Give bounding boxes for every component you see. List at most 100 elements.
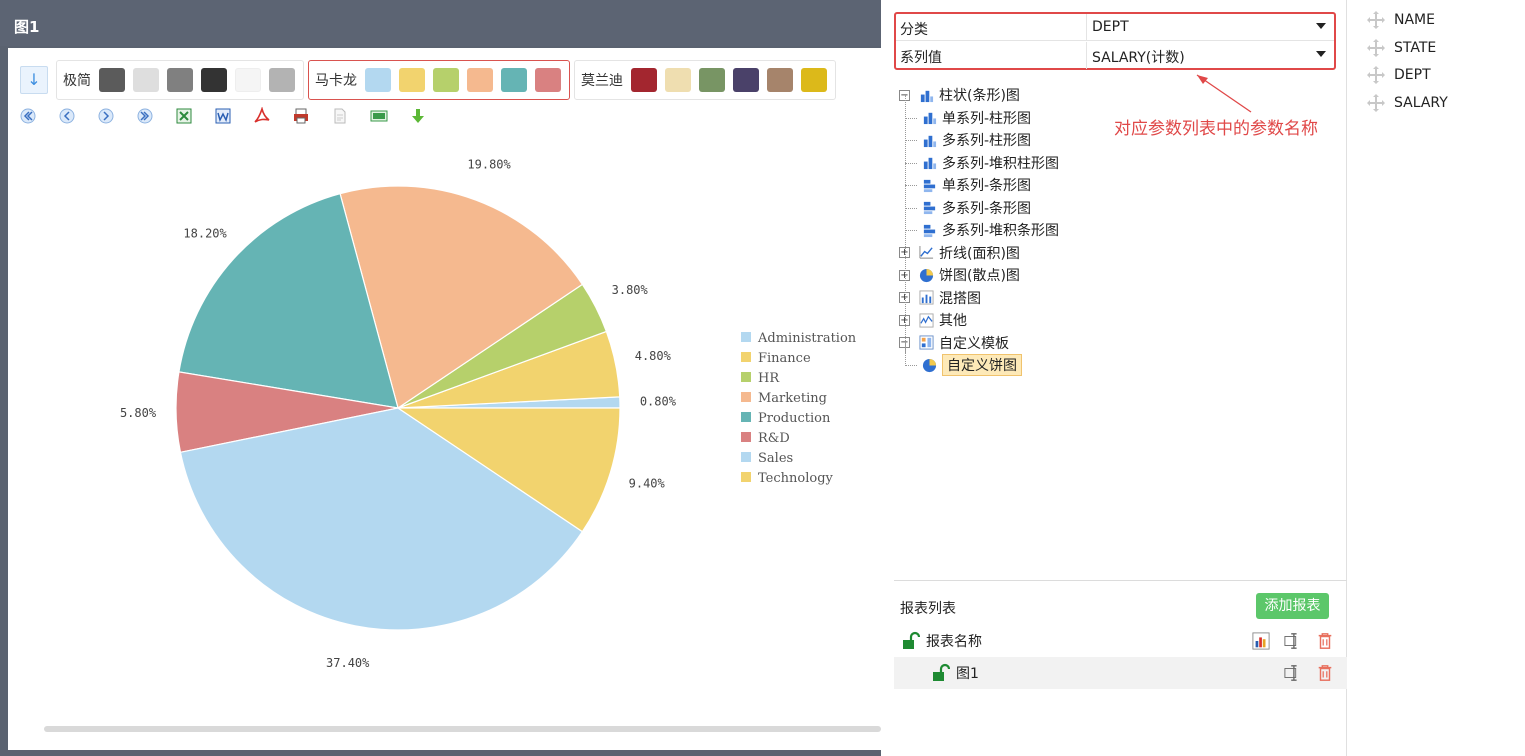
category-select[interactable]: DEPT [1092, 19, 1129, 35]
horizontal-scrollbar[interactable] [44, 726, 881, 732]
tree-group-node[interactable]: − 柱状(条形)图 [899, 84, 1020, 106]
legend-label[interactable]: R&D [758, 431, 790, 446]
horizontal-bar-icon [921, 177, 937, 193]
color-swatch[interactable] [467, 68, 493, 92]
color-swatch[interactable] [501, 68, 527, 92]
export-csv-icon[interactable] [369, 106, 389, 126]
color-swatch[interactable] [99, 68, 125, 92]
move-icon[interactable] [1366, 93, 1386, 113]
tree-leaf-node[interactable]: 单系列-柱形图 [905, 107, 1031, 129]
field-item[interactable]: SALARY [1366, 91, 1448, 115]
previous-page-icon[interactable] [57, 106, 77, 126]
rename-icon[interactable] [1283, 663, 1303, 683]
color-swatch[interactable] [399, 68, 425, 92]
tree-group-node[interactable]: + 混搭图 [899, 287, 981, 309]
export-text-icon[interactable] [330, 106, 350, 126]
mixed-chart-icon [918, 290, 934, 306]
color-swatch[interactable] [365, 68, 391, 92]
color-swatch[interactable] [433, 68, 459, 92]
move-icon[interactable] [1366, 65, 1386, 85]
app-root: 图1 0.80% 4.80% 3.80% 19.80% 18.20% 5.80% 37.40… [0, 0, 1525, 756]
report-header-row[interactable]: 报表名称 [894, 625, 1347, 657]
pie-label: 19.80% [467, 158, 511, 172]
color-swatch[interactable] [133, 68, 159, 92]
tree-leaf-node[interactable]: 多系列-堆积条形图 [905, 219, 1060, 241]
print-icon[interactable] [291, 106, 311, 126]
legend-label[interactable]: Finance [758, 351, 811, 366]
color-swatch[interactable] [699, 68, 725, 92]
palette-label: 莫兰迪 [581, 73, 623, 89]
tree-group-node[interactable]: + 其他 [899, 309, 967, 331]
series-select[interactable]: SALARY(计数) [1092, 47, 1185, 67]
move-icon[interactable] [1366, 38, 1386, 58]
tree-node-label: 多系列-条形图 [942, 200, 1032, 217]
color-swatch[interactable] [733, 68, 759, 92]
export-pdf-icon[interactable] [252, 106, 272, 126]
tree-leaf-node[interactable]: 多系列-堆积柱形图 [905, 152, 1059, 174]
color-swatch[interactable] [535, 68, 561, 92]
move-icon[interactable] [1366, 10, 1386, 30]
trash-icon[interactable] [1315, 631, 1335, 651]
download-icon[interactable] [408, 106, 428, 126]
color-swatch[interactable] [631, 68, 657, 92]
color-swatch[interactable] [235, 68, 261, 92]
legend-label[interactable]: Technology [758, 471, 834, 486]
legend-swatch [741, 332, 751, 342]
palette-group-morandi[interactable]: 莫兰迪 [574, 60, 836, 100]
palette-group-macaron[interactable]: 马卡龙 [308, 60, 570, 100]
tree-group-node[interactable]: + 饼图(散点)图 [899, 264, 1020, 286]
tree-leaf-node[interactable]: 多系列-柱形图 [905, 129, 1031, 151]
next-page-icon[interactable] [96, 106, 116, 126]
color-swatch[interactable] [269, 68, 295, 92]
legend-label[interactable]: Marketing [758, 391, 827, 406]
horizontal-bar-icon [921, 222, 937, 238]
tree-group-node[interactable]: − 自定义模板 [899, 332, 1009, 354]
tree-node-label: 多系列-堆积条形图 [942, 223, 1060, 239]
palette-bar: ↓ 极简 马卡龙 莫兰迪 [18, 58, 840, 102]
chevron-down-icon[interactable] [1316, 23, 1326, 29]
legend-label[interactable]: Sales [758, 451, 793, 466]
report-item-row[interactable]: 图1 [894, 657, 1347, 689]
color-swatch[interactable] [665, 68, 691, 92]
color-swatch[interactable] [767, 68, 793, 92]
legend-label[interactable]: Administration [757, 331, 857, 346]
add-report-button[interactable]: 添加报表 [1256, 593, 1329, 619]
tree-leaf-node[interactable]: 多系列-条形图 [905, 197, 1032, 219]
tree-node-label: 自定义模板 [939, 335, 1009, 352]
field-item[interactable]: NAME [1366, 8, 1435, 32]
export-excel-icon[interactable] [174, 106, 194, 126]
bar-chart-icon[interactable] [1251, 631, 1271, 651]
trash-icon[interactable] [1315, 663, 1335, 683]
tree-guide-line [905, 207, 917, 209]
unlock-icon[interactable] [930, 663, 950, 683]
last-page-icon[interactable] [135, 106, 155, 126]
chevron-down-icon[interactable] [1316, 51, 1326, 57]
param-row-category: 分类 DEPT [896, 14, 1334, 41]
legend-label[interactable]: Production [758, 411, 831, 426]
field-item[interactable]: DEPT [1366, 63, 1431, 87]
parameter-table: 分类 DEPT 系列值 SALARY(计数) [894, 12, 1336, 70]
arrow-down-icon[interactable]: ↓ [20, 66, 48, 94]
first-page-icon[interactable] [18, 106, 38, 126]
export-word-icon[interactable] [213, 106, 233, 126]
color-swatch[interactable] [167, 68, 193, 92]
annotation-text: 对应参数列表中的参数名称 [1114, 119, 1318, 139]
tree-node-label: 折线(面积)图 [939, 245, 1020, 262]
tree-group-node[interactable]: + 折线(面积)图 [899, 242, 1020, 264]
tree-guide-line [905, 117, 917, 119]
unlock-icon[interactable] [900, 631, 920, 651]
horizontal-bar-icon [921, 200, 937, 216]
field-label: SALARY [1394, 94, 1448, 111]
legend-label[interactable]: HR [758, 371, 780, 386]
report-item-name[interactable]: 图1 [956, 663, 979, 683]
field-label: DEPT [1394, 67, 1431, 83]
tree-leaf-node[interactable]: 单系列-条形图 [905, 174, 1031, 196]
field-item[interactable]: STATE [1366, 36, 1436, 60]
pie-label: 0.80% [640, 395, 677, 409]
color-swatch[interactable] [801, 68, 827, 92]
palette-group-minimal[interactable]: 极简 [56, 60, 304, 100]
param-key: 分类 [900, 22, 928, 38]
rename-icon[interactable] [1283, 631, 1303, 651]
color-swatch[interactable] [201, 68, 227, 92]
tree-leaf-node[interactable]: 自定义饼图 [905, 354, 1022, 376]
